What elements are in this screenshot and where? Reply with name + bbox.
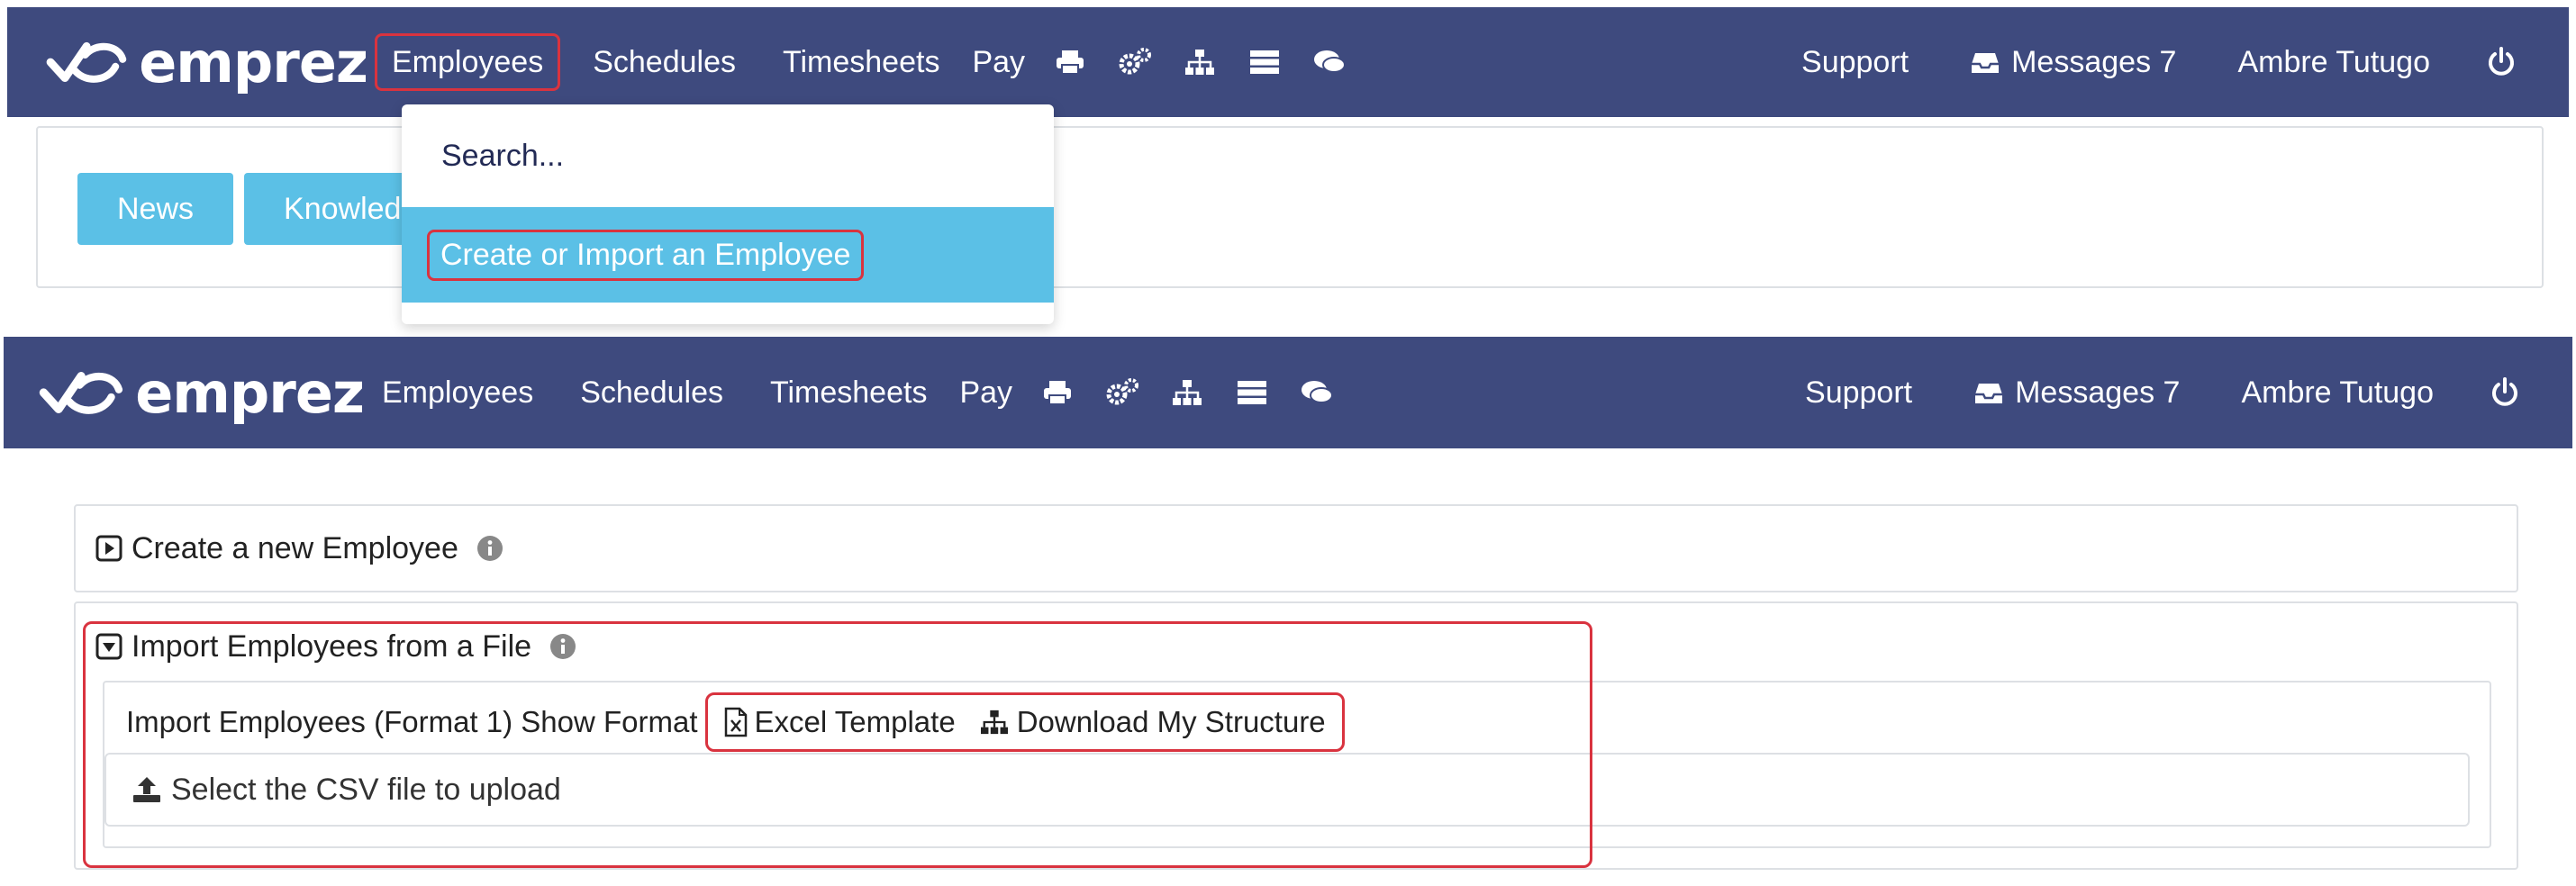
inbox-icon bbox=[1972, 53, 2000, 73]
comments-icon[interactable] bbox=[1297, 33, 1362, 91]
nav-schedules[interactable]: Schedules bbox=[557, 364, 747, 421]
brand-name: emprez bbox=[135, 359, 365, 426]
upload-icon bbox=[133, 777, 160, 802]
info-icon[interactable] bbox=[476, 535, 503, 562]
server-icon[interactable] bbox=[1220, 364, 1284, 421]
brand-logo[interactable]: emprez bbox=[4, 357, 365, 429]
excel-template-label: Excel Template bbox=[754, 705, 956, 738]
nav-timesheets[interactable]: Timesheets bbox=[759, 33, 963, 91]
nav-employees[interactable]: Employees bbox=[375, 33, 561, 91]
emprez-logo-icon bbox=[46, 41, 127, 83]
bottom-navbar: emprez Employees Schedules Timesheets Pa… bbox=[4, 337, 2572, 448]
cogs-icon[interactable] bbox=[1102, 33, 1167, 91]
create-employee-toggle[interactable]: Create a new Employee bbox=[76, 506, 2517, 591]
nav-pay[interactable]: Pay bbox=[950, 364, 1025, 421]
print-icon[interactable] bbox=[1025, 364, 1090, 421]
template-links-group: Excel Template Download My Structure bbox=[704, 692, 1345, 752]
nav-timesheets[interactable]: Timesheets bbox=[747, 364, 950, 421]
power-icon[interactable] bbox=[2464, 364, 2545, 421]
csv-upload-label: Select the CSV file to upload bbox=[171, 772, 561, 807]
inbox-icon bbox=[1975, 384, 2003, 403]
sitemap-icon[interactable] bbox=[1155, 364, 1220, 421]
sitemap-icon bbox=[980, 710, 1008, 735]
power-icon[interactable] bbox=[2461, 33, 2542, 91]
excel-template-link[interactable]: Excel Template bbox=[715, 705, 965, 739]
employees-dropdown-menu: Search... Create or Import an Employee bbox=[402, 104, 1054, 324]
comments-icon[interactable] bbox=[1284, 364, 1349, 421]
dropdown-create-import[interactable]: Create or Import an Employee bbox=[402, 207, 1054, 303]
top-navbar: emprez Employees Schedules Timesheets Pa… bbox=[7, 7, 2569, 117]
info-icon[interactable] bbox=[549, 633, 576, 660]
nav-support[interactable]: Support bbox=[1771, 33, 1939, 91]
nav-messages[interactable]: Messages 7 bbox=[1939, 33, 2207, 91]
nav-support[interactable]: Support bbox=[1774, 364, 1943, 421]
emprez-logo-icon bbox=[39, 372, 123, 414]
brand-name: emprez bbox=[139, 29, 368, 95]
create-import-label: Create or Import an Employee bbox=[427, 229, 865, 281]
nav-pay[interactable]: Pay bbox=[963, 33, 1038, 91]
nav-schedules[interactable]: Schedules bbox=[569, 33, 759, 91]
nav-messages[interactable]: Messages 7 bbox=[1943, 364, 2210, 421]
download-structure-label: Download My Structure bbox=[1016, 705, 1326, 738]
download-structure-link[interactable]: Download My Structure bbox=[970, 705, 1335, 739]
nav-user[interactable]: Ambre Tutugo bbox=[2210, 364, 2464, 421]
import-employees-section: Import Employees from a File Import Empl… bbox=[74, 601, 2518, 870]
bottom-screenshot-panel: emprez Employees Schedules Timesheets Pa… bbox=[0, 333, 2576, 886]
excel-file-icon bbox=[724, 707, 747, 737]
brand-logo[interactable]: emprez bbox=[7, 26, 368, 98]
messages-label: Messages 7 bbox=[2015, 375, 2181, 410]
collapse-icon bbox=[95, 633, 122, 660]
top-screenshot-panel: emprez Employees Schedules Timesheets Pa… bbox=[0, 0, 2576, 324]
cogs-icon[interactable] bbox=[1090, 364, 1155, 421]
employee-import-content: Create a new Employee Import Employees f… bbox=[74, 504, 2518, 879]
import-format-box: Import Employees (Format 1) Show Format … bbox=[103, 681, 2491, 848]
format-label[interactable]: Import Employees (Format 1) Show Format bbox=[126, 705, 698, 739]
import-employees-label: Import Employees from a File bbox=[132, 628, 532, 664]
create-employee-section: Create a new Employee bbox=[74, 504, 2518, 592]
import-employees-toggle[interactable]: Import Employees from a File bbox=[76, 603, 2517, 690]
dropdown-search[interactable]: Search... bbox=[402, 104, 1054, 207]
create-employee-label: Create a new Employee bbox=[132, 530, 458, 565]
nav-employees[interactable]: Employees bbox=[364, 364, 557, 421]
sitemap-icon[interactable] bbox=[1167, 33, 1232, 91]
server-icon[interactable] bbox=[1232, 33, 1297, 91]
messages-label: Messages 7 bbox=[2011, 44, 2177, 79]
print-icon[interactable] bbox=[1038, 33, 1102, 91]
expand-icon bbox=[95, 535, 122, 562]
csv-upload-button[interactable]: Select the CSV file to upload bbox=[104, 753, 2470, 827]
news-button[interactable]: News bbox=[77, 173, 234, 245]
nav-user[interactable]: Ambre Tutugo bbox=[2207, 33, 2461, 91]
